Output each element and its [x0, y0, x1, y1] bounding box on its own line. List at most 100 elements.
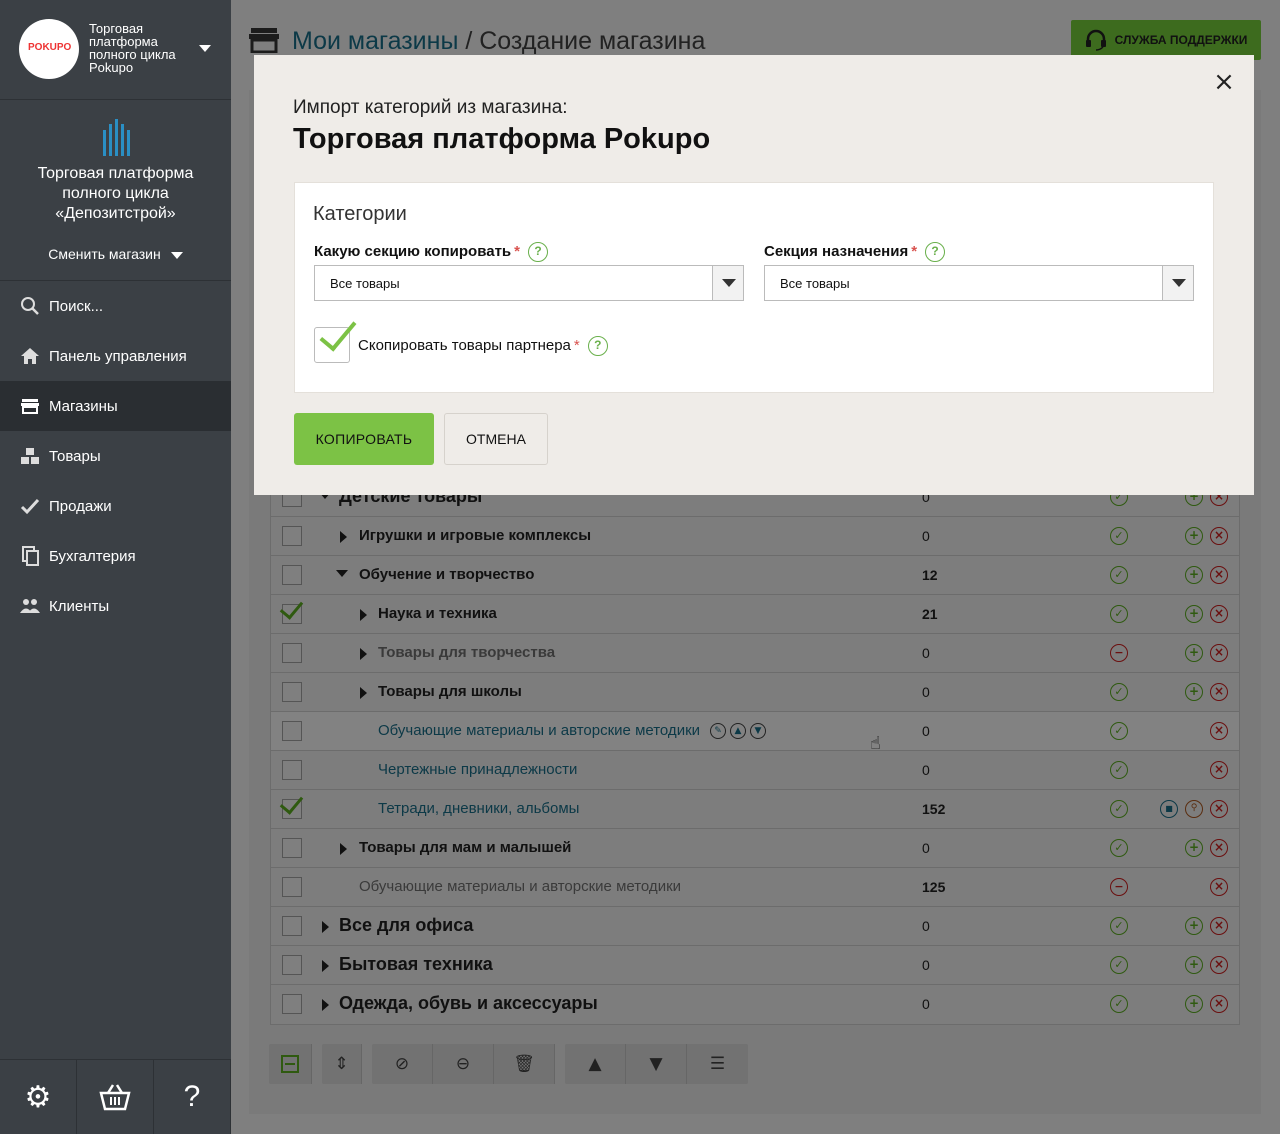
status-active-icon[interactable]: ✓	[1110, 683, 1128, 701]
row-checkbox[interactable]	[282, 721, 302, 741]
table-row[interactable]: Товары для творчества 0 − + ×	[271, 634, 1239, 673]
category-name[interactable]: Тетради, дневники, альбомы	[378, 800, 579, 817]
delete-icon[interactable]: ×	[1210, 839, 1228, 857]
select-all-toggle[interactable]	[269, 1044, 312, 1084]
status-active-icon[interactable]: ✓	[1110, 761, 1128, 779]
table-row[interactable]: Все для офиса 0 ✓ + ×	[271, 907, 1239, 946]
delete-icon[interactable]: ×	[1210, 605, 1228, 623]
table-row[interactable]: Одежда, обувь и аксессуары 0 ✓ + ×	[271, 985, 1239, 1024]
database-icon[interactable]: ■	[1160, 800, 1178, 818]
add-icon[interactable]: +	[1185, 566, 1203, 584]
row-checkbox[interactable]	[282, 604, 302, 624]
status-active-icon[interactable]: ✓	[1110, 917, 1128, 935]
chevron-down-icon[interactable]	[199, 45, 211, 52]
copy-button[interactable]: КОПИРОВАТЬ	[294, 413, 434, 465]
delete-icon[interactable]: ×	[1210, 527, 1228, 545]
category-name[interactable]: Товары для школы	[378, 683, 522, 700]
delete-icon[interactable]: ×	[1210, 566, 1228, 584]
switch-shop-button[interactable]: Сменить магазин	[0, 246, 231, 262]
cancel-button[interactable]: ОТМЕНА	[444, 413, 548, 465]
status-active-icon[interactable]: ✓	[1110, 995, 1128, 1013]
delete-icon[interactable]: ×	[1210, 956, 1228, 974]
expand-icon[interactable]	[322, 960, 329, 972]
add-icon[interactable]: +	[1185, 644, 1203, 662]
table-row[interactable]: Обучающие материалы и авторские методики…	[271, 868, 1239, 907]
delete-icon[interactable]: ×	[1210, 761, 1228, 779]
add-icon[interactable]: +	[1185, 527, 1203, 545]
nav-item-sales[interactable]: Продажи	[0, 481, 231, 531]
nav-item-accounting[interactable]: Бухгалтерия	[0, 531, 231, 581]
table-row[interactable]: Обучение и творчество 12 ✓ + ×	[271, 556, 1239, 595]
activate-icon[interactable]: ⊘	[372, 1044, 433, 1084]
row-checkbox[interactable]	[282, 838, 302, 858]
target-section-select[interactable]: Все товары	[764, 265, 1194, 301]
status-active-icon[interactable]: ✓	[1110, 722, 1128, 740]
delete-icon[interactable]: ×	[1210, 722, 1228, 740]
expand-icon[interactable]	[340, 843, 347, 855]
source-section-select[interactable]: Все товары	[314, 265, 744, 301]
nav-item-dashboard[interactable]: Панель управления	[0, 331, 231, 381]
category-name[interactable]: Игрушки и игровые комплексы	[359, 527, 591, 544]
edit-icon[interactable]: ✎	[710, 723, 727, 740]
nav-item-clients[interactable]: Клиенты	[0, 581, 231, 631]
category-name[interactable]: Наука и техника	[378, 605, 497, 622]
expand-icon[interactable]	[340, 531, 347, 543]
chevron-down-icon[interactable]	[1162, 266, 1193, 300]
chevron-down-icon[interactable]	[712, 266, 743, 300]
table-row[interactable]: Бытовая техника 0 ✓ + ×	[271, 946, 1239, 985]
add-icon[interactable]: +	[1185, 605, 1203, 623]
table-row[interactable]: Чертежные принадлежности 0 ✓ ×	[271, 751, 1239, 790]
delete-icon[interactable]: ×	[1210, 917, 1228, 935]
row-checkbox[interactable]	[282, 682, 302, 702]
expand-icon[interactable]	[360, 687, 367, 699]
breadcrumb-my-stores[interactable]: Мои магазины	[292, 27, 458, 55]
help-icon[interactable]: ?	[154, 1060, 231, 1134]
help-icon[interactable]: ?	[925, 242, 946, 262]
link-icon[interactable]: ⚲	[1185, 800, 1203, 818]
add-icon[interactable]: +	[1185, 995, 1203, 1013]
table-row[interactable]: Товары для школы 0 ✓ + ×	[271, 673, 1239, 712]
status-active-icon[interactable]: ✓	[1110, 566, 1128, 584]
status-active-icon[interactable]: ✓	[1110, 956, 1128, 974]
nav-item-products[interactable]: Товары	[0, 431, 231, 481]
row-checkbox[interactable]	[282, 877, 302, 897]
move-down-icon[interactable]: ▼	[626, 1044, 687, 1084]
tree-icon[interactable]: ☰	[687, 1044, 748, 1084]
category-name[interactable]: Обучающие материалы и авторские методики	[359, 878, 681, 895]
delete-icon[interactable]: ×	[1210, 683, 1228, 701]
status-active-icon[interactable]: ✓	[1110, 527, 1128, 545]
row-checkbox[interactable]	[282, 916, 302, 936]
nav-item-search[interactable]: Поиск...	[0, 281, 231, 331]
status-active-icon[interactable]: ✓	[1110, 800, 1128, 818]
delete-icon[interactable]: ×	[1210, 800, 1228, 818]
move-up-icon[interactable]: ▲	[565, 1044, 626, 1084]
category-name[interactable]: Товары для творчества	[378, 644, 555, 661]
add-icon[interactable]: +	[1185, 839, 1203, 857]
add-icon[interactable]: +	[1185, 917, 1203, 935]
table-row[interactable]: Тетради, дневники, альбомы 152 ✓ ■ ⚲ ×	[271, 790, 1239, 829]
category-name[interactable]: Товары для мам и малышей	[359, 839, 571, 856]
help-icon[interactable]: ?	[527, 242, 548, 262]
category-name[interactable]: Одежда, обувь и аксессуары	[339, 993, 598, 1014]
row-checkbox[interactable]	[282, 526, 302, 546]
basket-icon[interactable]	[77, 1060, 154, 1134]
move-up-icon[interactable]: ▲	[730, 723, 747, 740]
delete-icon[interactable]: ×	[1210, 995, 1228, 1013]
category-name[interactable]: Бытовая техника	[339, 954, 493, 975]
row-checkbox[interactable]	[282, 994, 302, 1014]
status-inactive-icon[interactable]: −	[1110, 644, 1128, 662]
row-checkbox[interactable]	[282, 760, 302, 780]
table-row[interactable]: Обучающие материалы и авторские методики…	[271, 712, 1239, 751]
expand-icon[interactable]	[322, 999, 329, 1011]
row-checkbox[interactable]	[282, 565, 302, 585]
copy-partner-checkbox[interactable]	[314, 327, 350, 363]
category-link[interactable]: Обучающие материалы и авторские методики…	[378, 722, 767, 740]
add-icon[interactable]: +	[1185, 956, 1203, 974]
category-name[interactable]: Обучение и творчество	[359, 566, 534, 583]
shop-selector[interactable]: POKUPO Торговая платформа полного цикла …	[0, 0, 231, 100]
expand-icon[interactable]	[360, 609, 367, 621]
table-row[interactable]: Игрушки и игровые комплексы 0 ✓ + ×	[271, 517, 1239, 556]
category-name[interactable]: Чертежные принадлежности	[378, 761, 577, 778]
expand-icon[interactable]	[360, 648, 367, 660]
close-icon[interactable]: ×	[1212, 69, 1236, 95]
